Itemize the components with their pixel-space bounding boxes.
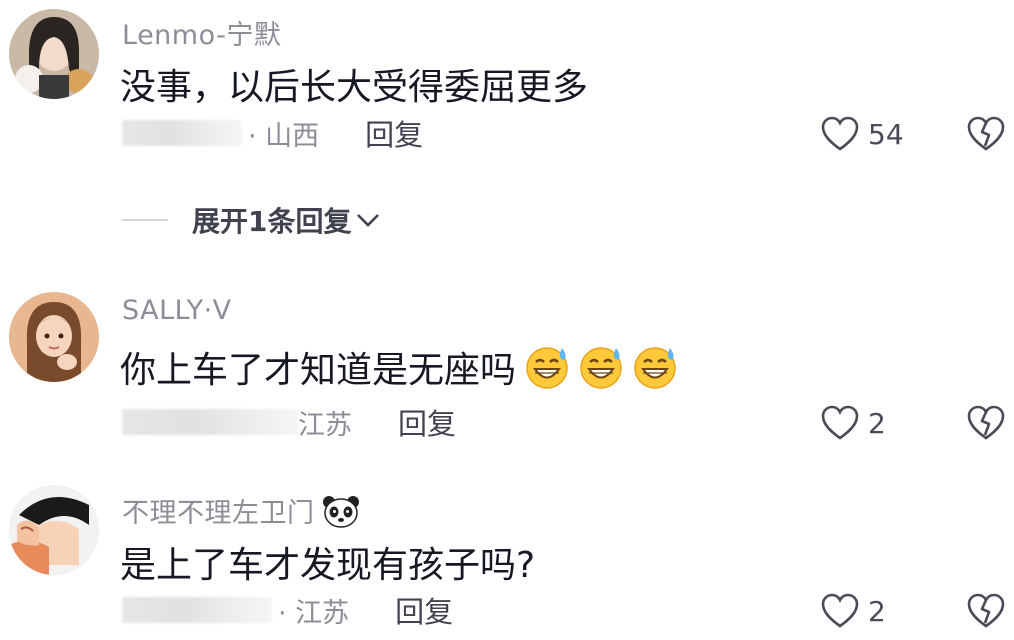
blurred-timestamp	[122, 597, 272, 623]
comment-text: 是上了车才发现有孩子吗?	[120, 536, 535, 588]
like-count: 54	[868, 117, 904, 151]
comment-item: 不理不理左卫门 是上了车才发现有孩子吗? · 江苏 回复 2	[0, 480, 1014, 640]
divider	[122, 219, 168, 221]
comment-text: 没事，以后长大受得委屈更多	[120, 58, 588, 110]
comment-text-body: 没事，以后长大受得委屈更多	[120, 67, 589, 108]
dislike-button[interactable]	[966, 116, 1006, 156]
comment-item: Lenmo-宁默 没事，以后长大受得委屈更多 · 山西 回复 54 展开1条回复	[0, 0, 1014, 238]
grin-sweat-emoji	[526, 347, 568, 389]
location-label: · 山西	[248, 120, 320, 152]
chevron-down-icon	[357, 214, 380, 227]
username[interactable]: Lenmo-宁默	[122, 13, 281, 52]
reply-button[interactable]: 回复	[395, 589, 453, 631]
avatar[interactable]	[9, 292, 99, 382]
comment-text: 你上车了才知道是无座吗	[120, 341, 678, 393]
heart-icon	[821, 405, 859, 440]
blurred-timestamp	[122, 409, 298, 435]
heart-icon	[821, 593, 859, 628]
like-button[interactable]: 54	[820, 116, 904, 152]
dislike-button[interactable]	[966, 405, 1006, 445]
username[interactable]: SALLY·V	[122, 295, 232, 326]
like-count: 2	[868, 406, 886, 440]
like-count: 2	[868, 594, 886, 628]
panda-icon	[322, 495, 359, 528]
avatar-image	[9, 292, 99, 382]
location-label: 江苏	[298, 409, 352, 441]
comment-meta: 江苏 回复	[122, 406, 456, 441]
username-text: 不理不理左卫门	[122, 498, 315, 529]
avatar[interactable]	[9, 485, 99, 575]
avatar[interactable]	[9, 9, 99, 99]
broken-heart-icon	[967, 405, 1005, 440]
expand-replies-label: 展开1条回复	[192, 205, 352, 238]
comment-list: Lenmo-宁默 没事，以后长大受得委屈更多 · 山西 回复 54 展开1条回复	[0, 0, 1014, 640]
dislike-button[interactable]	[966, 593, 1006, 633]
blurred-timestamp	[122, 120, 242, 146]
comment-meta: · 江苏 回复	[122, 594, 453, 629]
expand-replies-button[interactable]: 展开1条回复	[122, 200, 381, 240]
comment-text-body: 是上了车才发现有孩子吗?	[120, 545, 536, 586]
broken-heart-icon	[967, 116, 1005, 151]
like-button[interactable]: 2	[820, 405, 886, 441]
grin-sweat-emoji	[634, 347, 676, 389]
avatar-image	[9, 485, 99, 575]
comment-text-body: 你上车了才知道是无座吗	[120, 350, 517, 391]
reply-button[interactable]: 回复	[398, 401, 456, 443]
grin-sweat-emoji	[580, 347, 622, 389]
avatar-image	[9, 9, 99, 99]
reply-button[interactable]: 回复	[365, 112, 423, 154]
broken-heart-icon	[967, 593, 1005, 628]
heart-icon	[821, 116, 859, 151]
comment-item: SALLY·V 你上车了才知道是无座吗 江苏 回复 2	[0, 285, 1014, 465]
like-button[interactable]: 2	[820, 593, 886, 629]
location-label: · 江苏	[278, 597, 350, 629]
comment-meta: · 山西 回复	[122, 117, 423, 152]
username[interactable]: 不理不理左卫门	[122, 491, 361, 530]
